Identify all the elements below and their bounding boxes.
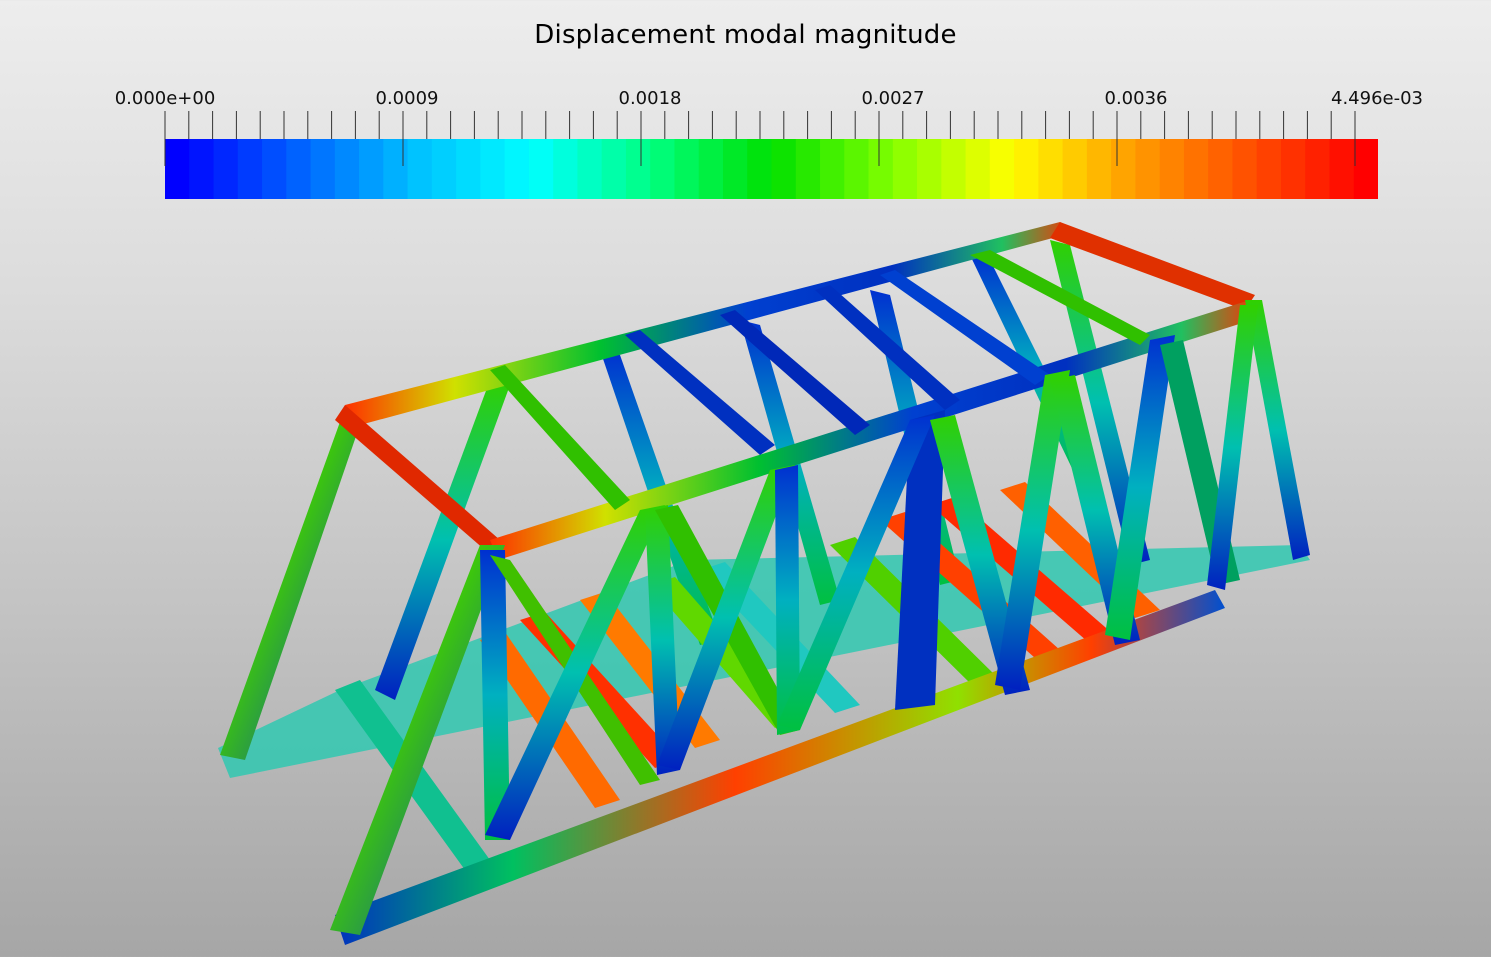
viewport[interactable]: Displacement modal magnitude 0.000e+00 0…: [0, 0, 1491, 957]
truss-bridge-render: [218, 222, 1310, 945]
